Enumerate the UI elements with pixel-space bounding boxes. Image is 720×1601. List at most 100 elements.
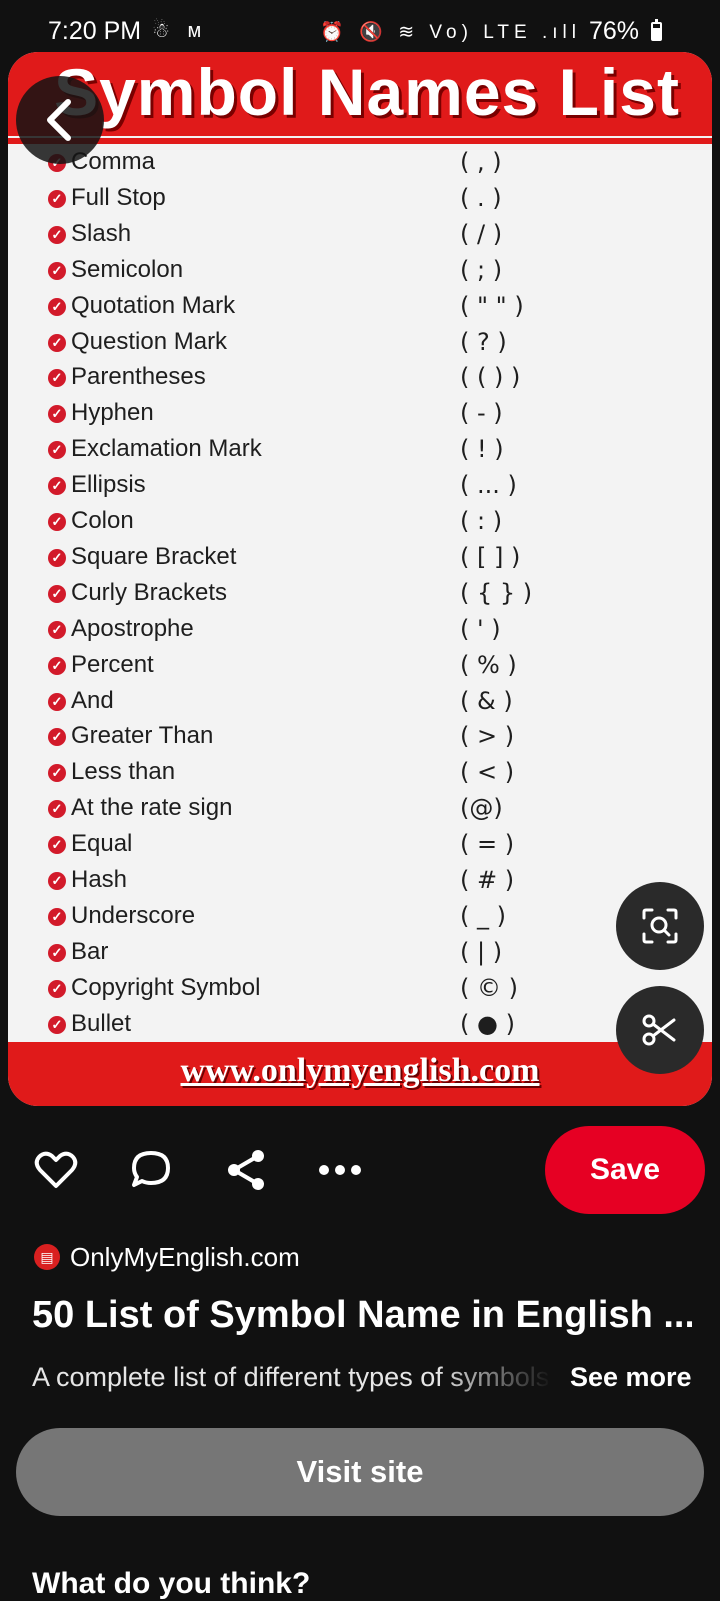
crop-button[interactable] xyxy=(616,986,704,1074)
checkmark-icon: ✓ xyxy=(48,620,66,639)
symbol-glyph: ( ! ) xyxy=(460,435,504,464)
symbol-name: Slash xyxy=(71,219,132,247)
symbol-glyph: ( < ) xyxy=(460,758,515,787)
pin-image[interactable]: Symbol Names List ✓Comma( , ) ✓ Full Stop (… xyxy=(8,52,712,1106)
symbol-name: Full Stop xyxy=(71,183,166,211)
symbol-row: ✓ Bar ( | ) xyxy=(8,938,712,974)
checkmark-icon: ✓ xyxy=(48,189,66,208)
symbol-glyph: ( : ) xyxy=(460,507,503,535)
checkmark-icon: ✓ xyxy=(48,225,66,244)
symbol-row: ✓ Hyphen ( - ) xyxy=(8,399,712,435)
checkmark-icon: ✓ xyxy=(48,584,66,603)
checkmark-icon: ✓ xyxy=(48,405,66,424)
symbol-glyph: ( © ) xyxy=(460,973,518,1002)
symbol-glyph: (@) xyxy=(460,794,503,823)
symbol-row: ✓ Quotation Mark ( " " ) xyxy=(8,292,712,328)
pin-image-title: Symbol Names List xyxy=(54,55,680,129)
symbol-name: Ellipsis xyxy=(71,471,146,499)
symbol-name: Quotation Mark xyxy=(71,291,236,319)
checkmark-icon: ✓ xyxy=(48,728,66,747)
symbol-name: Semicolon xyxy=(71,255,184,283)
checkmark-icon: ✓ xyxy=(48,369,66,388)
symbol-row: ✓ Full Stop ( . ) xyxy=(8,184,712,220)
status-time: 7:20 PM xyxy=(48,17,142,45)
symbol-name: Copyright Symbol xyxy=(71,973,261,1001)
symbol-row: ✓ And ( & ) xyxy=(8,687,712,723)
symbol-glyph: ( " " ) xyxy=(460,291,524,320)
checkmark-icon: ✓ xyxy=(48,297,66,316)
symbol-row: ✓ Underscore ( _ ) xyxy=(8,902,712,938)
symbol-glyph: ( = ) xyxy=(460,830,515,859)
symbol-row: ✓Comma( , ) xyxy=(8,148,712,184)
symbol-name: Hash xyxy=(71,866,128,893)
symbol-glyph: ( & ) xyxy=(460,686,513,715)
checkmark-icon: ✓ xyxy=(48,943,66,962)
checkmark-icon: ✓ xyxy=(48,1015,66,1034)
symbol-name: At the rate sign xyxy=(71,794,233,822)
source-name[interactable]: OnlyMyEnglish.com xyxy=(70,1242,300,1273)
checkmark-icon: ✓ xyxy=(48,800,66,819)
symbol-glyph: ( , ) xyxy=(460,148,502,176)
symbol-row: ✓ Copyright Symbol ( © ) xyxy=(8,974,712,1010)
symbol-glyph: ( - ) xyxy=(460,399,503,428)
symbol-name: Less than xyxy=(71,758,176,786)
symbol-row: ✓ At the rate sign (@) xyxy=(8,794,712,830)
symbol-name: Colon xyxy=(71,507,134,534)
symbol-row: ✓ Slash ( / ) xyxy=(8,220,712,256)
visit-site-button[interactable]: Visit site xyxy=(16,1428,704,1516)
symbol-glyph: ( { } ) xyxy=(460,578,533,607)
share-icon[interactable] xyxy=(222,1146,270,1194)
checkmark-icon: ✓ xyxy=(48,907,66,926)
symbol-row: ✓ Parentheses ( ( ) ) xyxy=(8,363,712,399)
symbol-name: And xyxy=(71,686,114,714)
symbol-row: ✓ Bullet ( ● ) xyxy=(8,1010,712,1046)
symbol-name: Hyphen xyxy=(71,399,154,427)
visual-search-button[interactable] xyxy=(616,882,704,970)
symbol-glyph: ( _ ) xyxy=(460,901,506,930)
more-options-icon[interactable] xyxy=(316,1146,364,1194)
symbol-row: ✓ Square Bracket ( [ ] ) xyxy=(8,543,712,579)
lens-search-icon xyxy=(642,908,678,944)
symbol-row: ✓ Exclamation Mark ( ! ) xyxy=(8,435,712,471)
symbol-row: ✓ Equal ( = ) xyxy=(8,830,712,866)
symbol-row: ✓ Greater Than ( > ) xyxy=(8,722,712,758)
checkmark-icon: ✓ xyxy=(48,656,66,675)
symbol-name: Underscore xyxy=(71,901,196,929)
heart-icon[interactable] xyxy=(32,1146,80,1194)
symbol-row: ✓ Hash ( # ) xyxy=(8,866,712,902)
symbol-glyph: ( # ) xyxy=(460,866,515,894)
symbol-glyph: ( ? ) xyxy=(460,327,507,356)
symbol-glyph: ( > ) xyxy=(460,722,515,751)
checkmark-icon: ✓ xyxy=(48,692,66,711)
source-link[interactable]: ▤ OnlyMyEnglish.com xyxy=(34,1240,300,1274)
pin-image-header: Symbol Names List xyxy=(8,52,712,136)
checkmark-icon: ✓ xyxy=(48,836,66,855)
system-status: ⏰ 🔇 ≋ Vo) LTE .ıll 76% xyxy=(320,17,662,46)
symbol-glyph: ( ; ) xyxy=(460,255,503,284)
checkmark-icon: ✓ xyxy=(48,513,66,531)
symbol-row: ✓ Less than ( < ) xyxy=(8,758,712,794)
comment-icon[interactable] xyxy=(127,1146,175,1194)
battery-percent: 76% xyxy=(588,17,639,45)
divider xyxy=(8,138,712,144)
symbol-name: Bar xyxy=(71,937,109,965)
back-button[interactable] xyxy=(16,76,104,164)
symbol-name: Exclamation Mark xyxy=(71,435,262,463)
scissors-icon xyxy=(642,1014,676,1046)
symbol-name: Equal xyxy=(71,830,133,858)
symbol-name: Apostrophe xyxy=(71,614,194,642)
symbol-row: ✓ Percent ( % ) xyxy=(8,651,712,687)
book-icon: ▤ xyxy=(34,1244,60,1270)
description-text: A complete list of different types of sy… xyxy=(32,1362,550,1392)
symbol-glyph: ( [ ] ) xyxy=(460,542,521,571)
notification-icons: ☃ ᴍ xyxy=(152,20,208,42)
symbol-name: Greater Than xyxy=(71,722,214,750)
save-button[interactable]: Save xyxy=(545,1126,705,1214)
feedback-heading: What do you think? xyxy=(32,1567,311,1600)
see-more-link[interactable]: See more xyxy=(570,1362,692,1393)
checkmark-icon: ✓ xyxy=(48,872,66,890)
checkmark-icon: ✓ xyxy=(48,477,66,496)
symbol-row: ✓ Colon ( : ) xyxy=(8,507,712,543)
checkmark-icon: ✓ xyxy=(48,441,66,460)
symbol-row: ✓ Ellipsis ( ... ) xyxy=(8,471,712,507)
